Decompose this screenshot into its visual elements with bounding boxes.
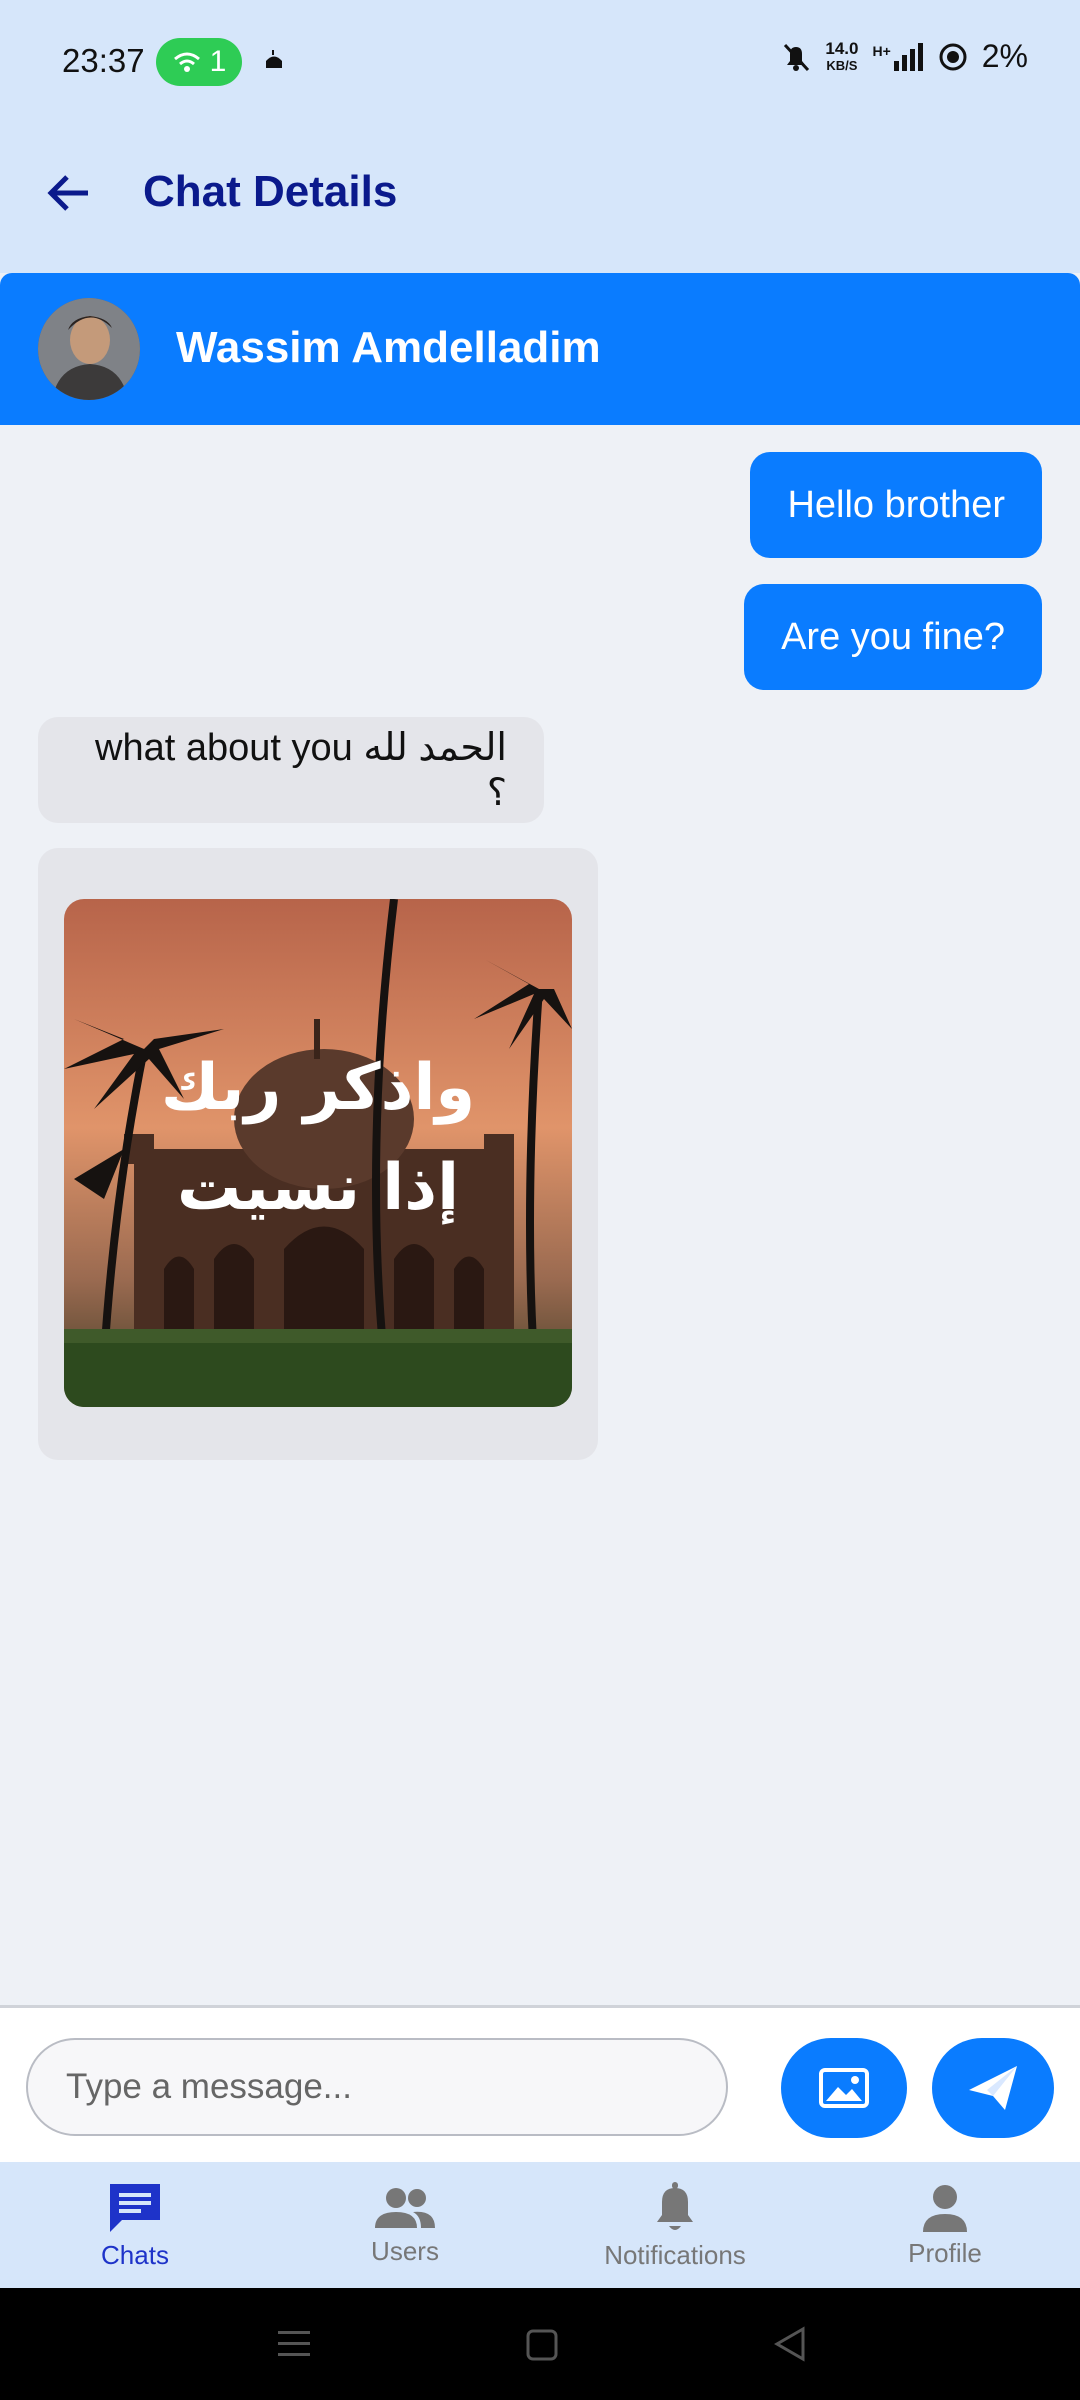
app-bar: Chat Details — [0, 125, 1080, 273]
menu-icon[interactable] — [276, 2328, 312, 2360]
contact-name: Wassim Amdelladim — [176, 323, 601, 372]
users-icon — [375, 2187, 435, 2228]
attach-image-button[interactable] — [781, 2038, 907, 2138]
message-text: Are you fine? — [781, 615, 1005, 658]
network-type: H+ — [872, 42, 891, 59]
person-icon — [923, 2184, 967, 2232]
back-nav-icon[interactable] — [772, 2326, 808, 2362]
signal-bars-icon — [893, 42, 923, 71]
wifi-hotspot-icon — [173, 52, 200, 72]
message-input[interactable] — [26, 2038, 728, 2136]
avatar-photo — [38, 298, 140, 400]
home-icon[interactable] — [525, 2328, 559, 2362]
nav-label: Notifications — [604, 2239, 746, 2270]
battery-level: 2% — [981, 38, 1028, 74]
send-button[interactable] — [932, 2038, 1054, 2138]
nav-label: Chats — [101, 2239, 169, 2270]
message-list[interactable]: Hello brother Are you fine? الحمد لله wh… — [0, 425, 1080, 2005]
message-composer — [0, 2005, 1080, 2162]
image-icon — [819, 2068, 869, 2108]
message-bubble-outgoing[interactable]: Hello brother — [750, 452, 1042, 558]
mosque-photo: واذكر ربك إذا نسيت — [64, 899, 572, 1407]
nav-item-notifications[interactable]: Notifications — [540, 2162, 810, 2288]
bell-icon — [657, 2181, 693, 2230]
system-navigation-bar — [0, 2288, 1080, 2400]
svg-text:واذكر ربك: واذكر ربك — [161, 1051, 475, 1125]
message-bubble-outgoing[interactable]: Are you fine? — [744, 584, 1042, 690]
mosque-icon — [266, 50, 282, 68]
page-title: Chat Details — [143, 167, 398, 216]
back-button[interactable] — [40, 165, 96, 221]
net-speed-value: 14.0 — [825, 38, 859, 58]
net-speed-unit: KB/S — [826, 57, 858, 73]
hotspot-indicator: 1 — [156, 38, 242, 86]
message-text: Hello brother — [787, 483, 1005, 526]
image-attachment[interactable]: واذكر ربك إذا نسيت — [64, 899, 572, 1407]
nav-item-users[interactable]: Users — [270, 2162, 540, 2288]
nav-item-profile[interactable]: Profile — [810, 2162, 1080, 2288]
net-speed: 14.0 KB/S — [825, 40, 858, 74]
status-bar: 23:37 1 14.0 KB/S H+ 2% — [0, 0, 1080, 125]
chat-icon — [110, 2183, 160, 2232]
bottom-navigation: Chats Users Notifications Profile — [0, 2162, 1080, 2288]
signal-indicator: H+ — [872, 42, 923, 71]
hotspot-count: 1 — [209, 45, 227, 78]
avatar[interactable] — [38, 298, 140, 400]
nav-label: Profile — [908, 2237, 982, 2268]
send-icon — [969, 2066, 1017, 2110]
svg-text:إذا نسيت: إذا نسيت — [177, 1151, 459, 1225]
contact-header[interactable]: Wassim Amdelladim — [0, 273, 1080, 425]
nav-item-chats[interactable]: Chats — [0, 2162, 270, 2288]
message-text: الحمد لله what about you ؟ — [95, 727, 507, 814]
message-image-incoming[interactable]: واذكر ربك إذا نسيت — [38, 848, 598, 1460]
bell-off-icon — [784, 43, 810, 71]
status-time: 23:37 — [62, 42, 145, 79]
battery-saver-icon — [939, 43, 967, 70]
arrow-left-icon — [47, 175, 88, 211]
nav-label: Users — [371, 2235, 439, 2266]
message-bubble-incoming[interactable]: الحمد لله what about you ؟ — [38, 717, 544, 823]
